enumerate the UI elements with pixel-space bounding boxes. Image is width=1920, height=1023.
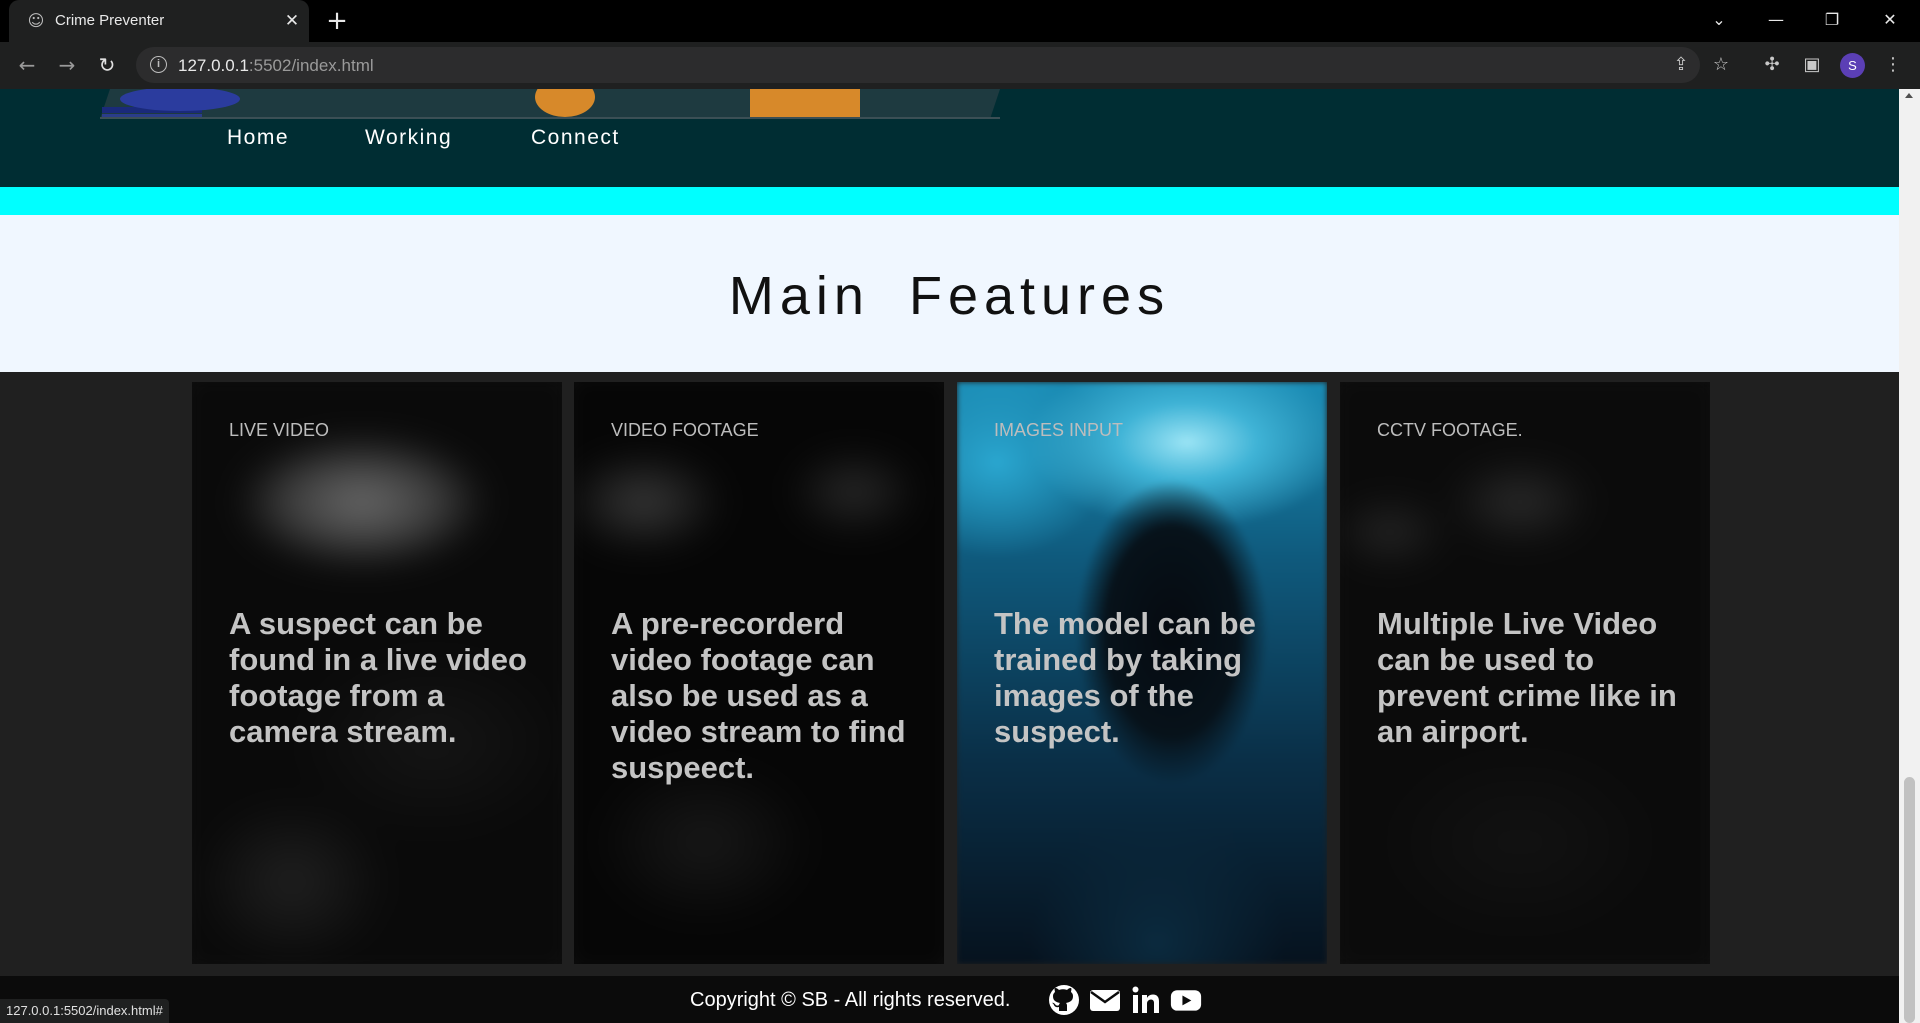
feature-label: IMAGES INPUT [994, 420, 1124, 440]
features-header: Main Features [0, 215, 1899, 372]
nav-link-working[interactable]: Working [365, 126, 452, 150]
back-arrow-icon[interactable]: ← [12, 50, 42, 80]
feature-description: Multiple Live Video can be used to preve… [1377, 606, 1677, 749]
scrollbar-thumb[interactable] [1904, 777, 1915, 1023]
extensions-puzzle-icon[interactable]: ✣ [1759, 52, 1785, 78]
accent-divider [0, 187, 1899, 215]
site-info-icon[interactable]: i [150, 56, 167, 73]
status-bar-url: 127.0.0.1:5502/index.html# [0, 999, 169, 1023]
close-window-icon[interactable]: ✕ [1870, 4, 1910, 36]
browser-tab-strip: ☺ Crime Preventer ✕ + ⌄ — ❐ ✕ [0, 0, 1920, 42]
new-tab-icon[interactable]: + [324, 8, 350, 34]
forward-arrow-icon[interactable]: → [52, 50, 82, 80]
tab-search-chevron-icon[interactable]: ⌄ [1699, 4, 1739, 36]
hero-illustration [100, 89, 1000, 119]
mail-icon[interactable] [1089, 984, 1121, 1016]
youtube-icon[interactable] [1170, 984, 1202, 1016]
copyright-text: Copyright © SB - All rights reserved. [690, 989, 1011, 1011]
feature-description: A suspect can be found in a live video f… [229, 606, 527, 749]
minimize-window-icon[interactable]: — [1756, 4, 1796, 36]
feature-description: The model can be trained by taking image… [994, 606, 1256, 749]
feature-label: LIVE VIDEO [229, 420, 330, 440]
url-text[interactable]: 127.0.0.1:5502/index.html [178, 56, 374, 76]
browser-toolbar: ← → ↻ i 127.0.0.1:5502/index.html ⇪ ☆ ✣ … [0, 42, 1920, 89]
page-scrollbar[interactable] [1899, 89, 1920, 1023]
nav-link-connect[interactable]: Connect [531, 126, 620, 150]
bookmark-star-icon[interactable]: ☆ [1708, 52, 1734, 78]
feature-card-video-footage[interactable]: VIDEO FOOTAGE A pre-recorderd video foot… [574, 382, 944, 964]
feature-description: A pre-recorderd video footage can also b… [611, 606, 906, 785]
share-icon[interactable]: ⇪ [1668, 52, 1694, 78]
tab-title: Crime Preventer [55, 12, 165, 29]
feature-label: CCTV FOOTAGE. [1377, 420, 1523, 440]
nav-link-home[interactable]: Home [227, 126, 289, 150]
site-footer: Copyright © SB - All rights reserved. [0, 976, 1899, 1023]
page-viewport: Home Working Connect Main Features LIVE … [0, 89, 1899, 1023]
site-favicon-icon: ☺ [27, 11, 45, 30]
feature-card-live-video[interactable]: LIVE VIDEO A suspect can be found in a l… [192, 382, 562, 964]
linkedin-icon[interactable] [1130, 984, 1162, 1016]
feature-card-images-input[interactable]: IMAGES INPUT The model can be trained by… [957, 382, 1327, 964]
feature-card-cctv-footage[interactable]: CCTV FOOTAGE. Multiple Live Video can be… [1340, 382, 1710, 964]
features-section: LIVE VIDEO A suspect can be found in a l… [0, 372, 1899, 976]
reload-icon[interactable]: ↻ [92, 50, 122, 80]
browser-menu-icon[interactable]: ⋮ [1880, 52, 1906, 78]
profile-avatar[interactable]: S [1840, 53, 1865, 78]
restore-window-icon[interactable]: ❐ [1812, 4, 1852, 36]
site-header: Home Working Connect [0, 89, 1899, 187]
scroll-up-arrow-icon[interactable] [1905, 93, 1913, 98]
github-icon[interactable] [1048, 984, 1080, 1016]
address-bar[interactable]: i 127.0.0.1:5502/index.html ⇪ ☆ [136, 47, 1729, 83]
browser-tab[interactable]: ☺ Crime Preventer ✕ [9, 0, 309, 42]
close-tab-icon[interactable]: ✕ [281, 10, 303, 32]
side-panel-icon[interactable]: ▣ [1799, 52, 1825, 78]
section-title: Main Features [728, 266, 1171, 326]
feature-label: VIDEO FOOTAGE [611, 420, 759, 440]
